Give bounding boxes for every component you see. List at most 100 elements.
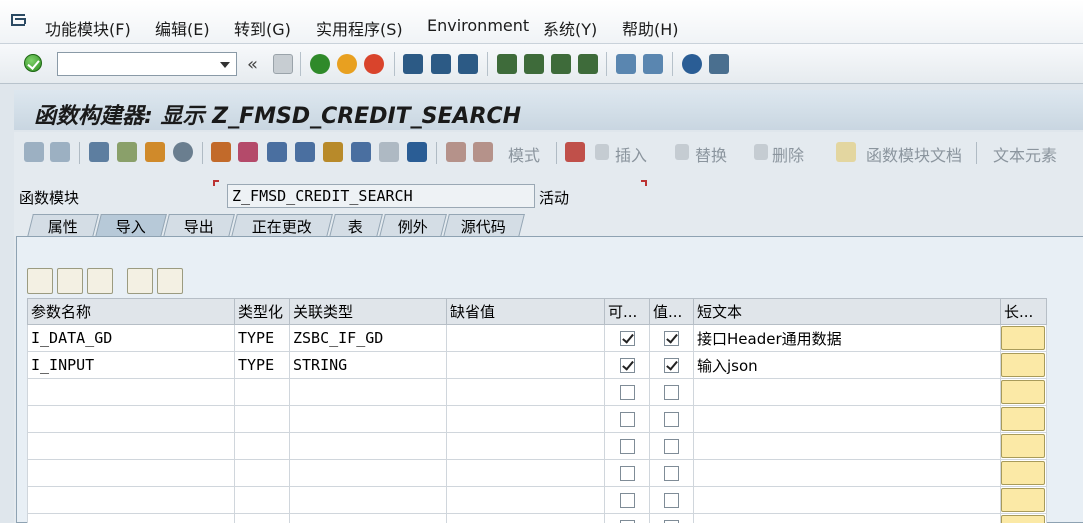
col-default-value[interactable]: 缺省值: [446, 298, 605, 325]
param-name-cell[interactable]: [27, 405, 235, 433]
tab-tables[interactable]: 表: [329, 214, 383, 237]
back-icon[interactable]: [310, 54, 330, 74]
long-text-button[interactable]: [1001, 461, 1045, 485]
tab-import[interactable]: 导入: [95, 214, 167, 237]
pass-value-checkbox[interactable]: [664, 439, 679, 454]
param-name-cell[interactable]: [27, 432, 235, 460]
col-long-text[interactable]: 长...: [1000, 298, 1047, 325]
optional-checkbox[interactable]: [619, 493, 635, 508]
assoc-type-cell[interactable]: [289, 513, 447, 523]
typing-cell[interactable]: TYPE: [234, 351, 290, 379]
pretty-printer-icon[interactable]: [267, 142, 287, 162]
assoc-type-cell[interactable]: [289, 405, 447, 433]
active-inactive-icon[interactable]: [117, 142, 137, 162]
col-assoc-type[interactable]: 关联类型: [289, 298, 447, 325]
text-elements-button[interactable]: 文本元素: [993, 142, 1057, 166]
long-text-button[interactable]: [1001, 488, 1045, 512]
menu-system[interactable]: 系统(Y): [543, 16, 597, 40]
assoc-type-cell[interactable]: [289, 378, 447, 406]
short-text-cell[interactable]: [693, 432, 1001, 460]
pass-value-checkbox[interactable]: [664, 466, 679, 481]
cut-icon[interactable]: [27, 268, 53, 294]
find-next-icon[interactable]: [458, 54, 478, 74]
replace-button[interactable]: 替换: [695, 142, 727, 166]
insert-button[interactable]: 插入: [615, 142, 647, 166]
short-text-cell[interactable]: [693, 459, 1001, 487]
col-pass-value[interactable]: 值...: [649, 298, 694, 325]
long-text-button[interactable]: [1001, 380, 1045, 404]
copy-icon[interactable]: [57, 268, 83, 294]
assoc-type-cell[interactable]: [289, 432, 447, 460]
param-name-cell[interactable]: [27, 378, 235, 406]
pass-value-checkbox[interactable]: [664, 412, 679, 427]
typing-cell[interactable]: [234, 486, 290, 514]
tab-changing[interactable]: 正在更改: [231, 214, 333, 237]
pass-value-checkbox[interactable]: [664, 385, 679, 400]
default-value-cell[interactable]: [446, 324, 605, 352]
next-page-icon[interactable]: [551, 54, 571, 74]
menu-utilities[interactable]: 实用程序(S): [316, 16, 403, 40]
typing-cell[interactable]: [234, 459, 290, 487]
default-value-cell[interactable]: [446, 405, 605, 433]
long-text-button[interactable]: [1001, 434, 1045, 458]
default-value-cell[interactable]: [446, 513, 605, 523]
pass-value-checkbox[interactable]: [664, 493, 679, 508]
typing-cell[interactable]: [234, 378, 290, 406]
default-value-cell[interactable]: [446, 378, 605, 406]
param-name-cell[interactable]: I_DATA_GD: [27, 324, 235, 352]
collapse-chevron-icon[interactable]: «: [247, 54, 258, 75]
default-value-cell[interactable]: [446, 486, 605, 514]
tab-export[interactable]: 导出: [163, 214, 235, 237]
menu-icon[interactable]: [11, 14, 26, 26]
compare-icon[interactable]: [565, 142, 585, 162]
short-text-cell[interactable]: [693, 486, 1001, 514]
test-icon[interactable]: [295, 142, 315, 162]
new-session-icon[interactable]: [616, 54, 636, 74]
default-value-cell[interactable]: [446, 432, 605, 460]
check-icon[interactable]: [145, 142, 165, 162]
long-text-button[interactable]: [1001, 326, 1045, 350]
insert-row-icon[interactable]: [127, 268, 153, 294]
mode-button[interactable]: 模式: [508, 142, 540, 166]
chevron-down-icon[interactable]: [220, 62, 230, 68]
col-param-name[interactable]: 参数名称: [27, 298, 235, 325]
optional-checkbox[interactable]: [619, 412, 635, 427]
first-page-icon[interactable]: [497, 54, 517, 74]
help-icon[interactable]: [682, 54, 702, 74]
default-value-cell[interactable]: [446, 351, 605, 379]
info-icon[interactable]: [407, 142, 427, 162]
menu-help[interactable]: 帮助(H): [622, 16, 679, 40]
short-text-cell[interactable]: 输入json: [693, 351, 1001, 379]
back-arrow-icon[interactable]: [24, 142, 44, 162]
menu-edit[interactable]: 编辑(E): [155, 16, 210, 40]
col-short-text[interactable]: 短文本: [693, 298, 1001, 325]
where-used-icon[interactable]: [211, 142, 231, 162]
cancel-icon[interactable]: [364, 54, 384, 74]
short-text-cell[interactable]: 接口Header通用数据: [693, 324, 1001, 352]
short-text-cell[interactable]: [693, 378, 1001, 406]
shortcut-icon[interactable]: [643, 54, 663, 74]
delete-button[interactable]: 删除: [772, 142, 804, 166]
pass-value-checkbox[interactable]: [664, 331, 679, 346]
assoc-type-cell[interactable]: ZSBC_IF_GD: [289, 324, 447, 352]
tab-source-code[interactable]: 源代码: [443, 214, 525, 237]
long-text-button[interactable]: [1001, 515, 1045, 523]
typing-cell[interactable]: [234, 405, 290, 433]
long-text-button[interactable]: [1001, 353, 1045, 377]
layout-icon[interactable]: [379, 142, 399, 162]
delete-row-icon[interactable]: [157, 268, 183, 294]
assoc-type-cell[interactable]: [289, 459, 447, 487]
tab-attributes[interactable]: 属性: [27, 214, 99, 237]
tab-exceptions[interactable]: 例外: [379, 214, 447, 237]
param-name-cell[interactable]: [27, 459, 235, 487]
function-module-field[interactable]: Z_FMSD_CREDIT_SEARCH: [227, 184, 535, 208]
menu-goto[interactable]: 转到(G): [234, 16, 291, 40]
param-name-cell[interactable]: [27, 513, 235, 523]
forward-arrow-icon[interactable]: [50, 142, 70, 162]
pattern-icon[interactable]: [238, 142, 258, 162]
customize-layout-icon[interactable]: [709, 54, 729, 74]
short-text-cell[interactable]: [693, 405, 1001, 433]
assoc-type-cell[interactable]: [289, 486, 447, 514]
print-icon[interactable]: [403, 54, 423, 74]
optional-checkbox[interactable]: [619, 331, 635, 346]
